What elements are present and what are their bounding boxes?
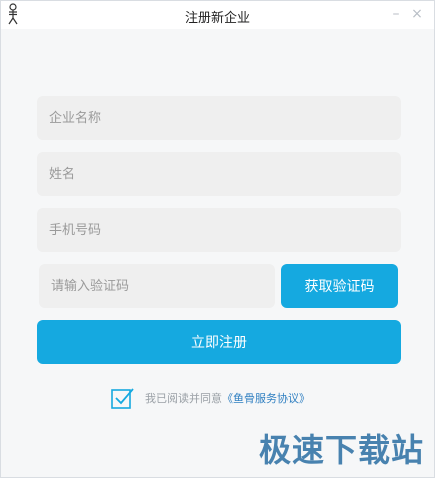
agreement-row: 我已阅读并同意 《鱼骨服务协议》 (111, 387, 310, 409)
title-bar: 注册新企业 – × (1, 1, 434, 29)
phone-input[interactable] (37, 208, 401, 252)
company-name-input[interactable] (37, 96, 401, 140)
minimize-button[interactable]: – (387, 5, 405, 23)
agreement-text: 我已阅读并同意 (145, 392, 222, 405)
name-input[interactable] (37, 152, 401, 196)
watermark-logo: 极速下载站 (259, 431, 425, 469)
register-window: 注册新企业 – × 获取验证码 立即注册 我已阅读并同意 《鱼骨服务协议》 极速… (0, 0, 435, 478)
get-code-button[interactable]: 获取验证码 (281, 264, 398, 308)
window-title: 注册新企业 (184, 11, 250, 26)
register-button[interactable]: 立即注册 (37, 320, 401, 364)
checkbox-checked-icon[interactable] (111, 387, 135, 409)
agreement-link[interactable]: 《鱼骨服务协议》 (222, 390, 310, 406)
close-button[interactable]: × (408, 5, 426, 23)
verification-code-input[interactable] (39, 264, 275, 308)
